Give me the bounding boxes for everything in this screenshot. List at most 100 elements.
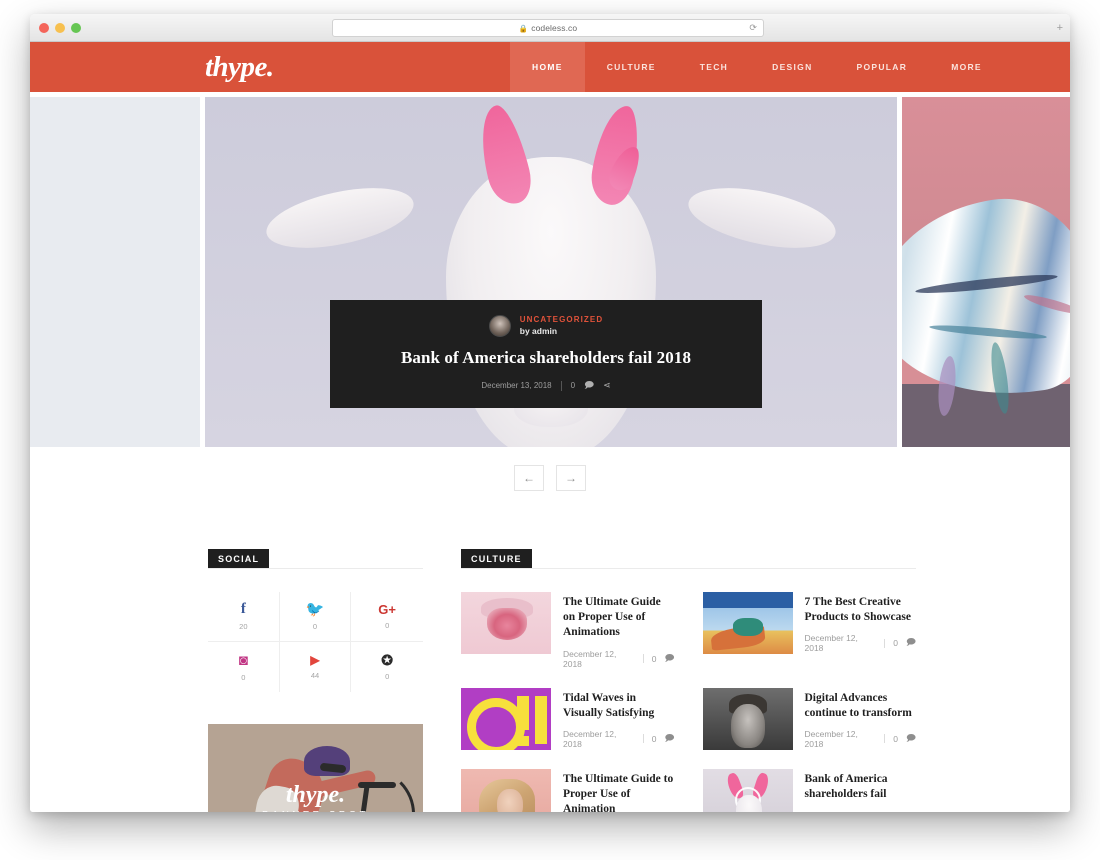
article-item[interactable]: Bank of America shareholders fail Decemb…	[702, 768, 917, 812]
article-thumbnail[interactable]	[461, 592, 551, 654]
slider-prev-button[interactable]: ←	[514, 465, 544, 491]
social-grid: f 20 🐦 0 G+ 0 ◙ 0 ▶ 44 ✪ 0	[208, 592, 423, 692]
main-navigation: HOME CULTURE TECH DESIGN POPULAR MORE	[510, 42, 1004, 92]
facebook-count: 20	[239, 622, 248, 631]
deer-ear-right-shape	[683, 176, 841, 260]
hero-category[interactable]: UNCATEGORIZED	[520, 315, 603, 324]
divider	[642, 654, 644, 664]
dribbble-icon: ✪	[381, 652, 394, 668]
hero-slider: UNCATEGORIZED by admin Bank of America s…	[30, 92, 1070, 447]
hero-slide-previous[interactable]	[30, 97, 200, 447]
minimize-window-button[interactable]	[55, 23, 65, 33]
article-body: The Ultimate Guide on Proper Use of Anim…	[563, 592, 675, 669]
article-item[interactable]: Tidal Waves in Visually Satisfying Decem…	[461, 687, 675, 750]
thumb-shape-antler-right	[750, 771, 771, 800]
article-thumbnail[interactable]	[702, 592, 793, 654]
hero-title[interactable]: Bank of America shareholders fail 2018	[401, 348, 691, 368]
site-logo[interactable]: thype.	[205, 51, 274, 84]
instagram-count: 0	[241, 672, 246, 682]
divider	[884, 638, 886, 648]
article-meta: December 12, 2018 0 🗩	[805, 633, 917, 653]
article-body: Digital Advances continue to transform D…	[805, 688, 917, 750]
banner-logo: thype.	[285, 782, 346, 808]
article-title[interactable]: The Ultimate Guide on Proper Use of Anim…	[563, 595, 675, 641]
address-bar[interactable]: 🔒 codeless.co ⟳	[332, 19, 764, 37]
social-item-youtube[interactable]: ▶ 44	[280, 642, 352, 692]
social-widget-title: SOCIAL	[208, 549, 270, 569]
article-comment-count: 0	[651, 653, 657, 664]
comment-icon: 🗩	[664, 732, 675, 743]
sidebar-column: SOCIAL f 20 🐦 0 G+ 0 ◙ 0 ▶ 44 ✪ 0 thype.	[208, 549, 423, 812]
article-comment-count: 0	[651, 733, 657, 744]
social-item-dribbble[interactable]: ✪ 0	[351, 642, 423, 692]
article-item[interactable]: The Ultimate Guide to Proper Use of Anim…	[461, 768, 675, 812]
hero-submeta: December 13, 2018 0 🗩 ⋖	[481, 378, 611, 394]
article-thumbnail[interactable]	[702, 687, 793, 750]
article-title[interactable]: 7 The Best Creative Products to Showcase	[805, 595, 917, 625]
hero-slide-next[interactable]	[902, 97, 1070, 447]
social-item-instagram[interactable]: ◙ 0	[208, 642, 280, 692]
article-item[interactable]: Digital Advances continue to transform D…	[702, 687, 917, 750]
article-thumbnail[interactable]	[461, 768, 551, 812]
hero-author: by admin	[519, 326, 558, 336]
article-title[interactable]: Digital Advances continue to transform	[805, 691, 917, 721]
banner-label: thype. BANNER SPOT	[208, 782, 423, 812]
nav-item-popular[interactable]: POPULAR	[835, 42, 930, 92]
nav-item-design[interactable]: DESIGN	[750, 42, 834, 92]
plus-icon[interactable]: +	[1057, 22, 1063, 34]
hero-caption: UNCATEGORIZED by admin Bank of America s…	[330, 300, 762, 408]
article-body: 7 The Best Creative Products to Showcase…	[805, 592, 917, 669]
comment-icon: 🗩	[906, 732, 916, 743]
nav-item-culture[interactable]: CULTURE	[585, 42, 678, 92]
culture-column: CULTURE The Ultimate Guide on Proper Use…	[461, 549, 916, 812]
article-meta: December 13, 2018 0 🗩	[805, 810, 917, 812]
main-content: SOCIAL f 20 🐦 0 G+ 0 ◙ 0 ▶ 44 ✪ 0 thype.…	[30, 491, 1070, 812]
slider-next-button[interactable]: →	[556, 465, 586, 491]
nav-item-more[interactable]: MORE	[929, 42, 1004, 92]
browser-window: 🔒 codeless.co ⟳ + thype. HOME CULTURE TE…	[30, 14, 1070, 812]
comment-icon: 🗩	[584, 379, 595, 390]
slider-controls: ← →	[30, 465, 1070, 491]
play-icon[interactable]	[734, 786, 761, 812]
hero-comment-count: 0	[570, 381, 576, 390]
facebook-icon: f	[240, 601, 246, 617]
hero-date: December 13, 2018	[481, 381, 552, 390]
article-meta: December 12, 2018 0 🗩	[563, 729, 675, 749]
culture-widget-title: CULTURE	[461, 549, 532, 569]
reload-icon[interactable]: ⟳	[749, 23, 757, 34]
browser-chrome: 🔒 codeless.co ⟳ +	[30, 14, 1070, 42]
article-item[interactable]: The Ultimate Guide on Proper Use of Anim…	[461, 592, 675, 669]
hero-image-abstract-painting	[902, 97, 1070, 447]
youtube-icon: ▶	[310, 653, 320, 667]
social-item-twitter[interactable]: 🐦 0	[279, 592, 352, 642]
article-title[interactable]: Bank of America shareholders fail	[805, 772, 917, 802]
page-viewport: thype. HOME CULTURE TECH DESIGN POPULAR …	[30, 42, 1070, 812]
article-grid: The Ultimate Guide on Proper Use of Anim…	[461, 592, 916, 812]
site-header: thype. HOME CULTURE TECH DESIGN POPULAR …	[30, 42, 1070, 92]
divider	[884, 734, 886, 744]
article-item[interactable]: 7 The Best Creative Products to Showcase…	[702, 592, 917, 669]
twitter-icon: 🐦	[305, 601, 325, 618]
thumb-shape-dot	[517, 735, 529, 746]
article-title[interactable]: Tidal Waves in Visually Satisfying	[563, 691, 675, 721]
article-meta: December 12, 2018 0 🗩	[563, 649, 675, 669]
social-item-facebook[interactable]: f 20	[208, 592, 280, 642]
article-thumbnail[interactable]	[702, 768, 793, 812]
youtube-count: 44	[310, 671, 320, 680]
hero-meta: UNCATEGORIZED by admin	[488, 314, 603, 337]
deer-ear-left-shape	[261, 176, 419, 260]
close-window-button[interactable]	[39, 23, 49, 33]
banner-ad[interactable]: thype. BANNER SPOT	[208, 724, 423, 812]
twitter-count: 0	[312, 622, 318, 631]
google-plus-count: 0	[385, 621, 390, 630]
maximize-window-button[interactable]	[71, 23, 81, 33]
article-title[interactable]: The Ultimate Guide to Proper Use of Anim…	[563, 772, 675, 812]
instagram-icon: ◙	[238, 651, 248, 669]
culture-widget-header: CULTURE	[461, 549, 916, 569]
share-icon[interactable]: ⋖	[603, 380, 611, 391]
social-item-google-plus[interactable]: G+ 0	[351, 592, 423, 642]
nav-item-home[interactable]: HOME	[510, 42, 585, 92]
comment-icon: 🗩	[906, 637, 916, 648]
article-thumbnail[interactable]	[461, 687, 551, 750]
nav-item-tech[interactable]: TECH	[678, 42, 750, 92]
